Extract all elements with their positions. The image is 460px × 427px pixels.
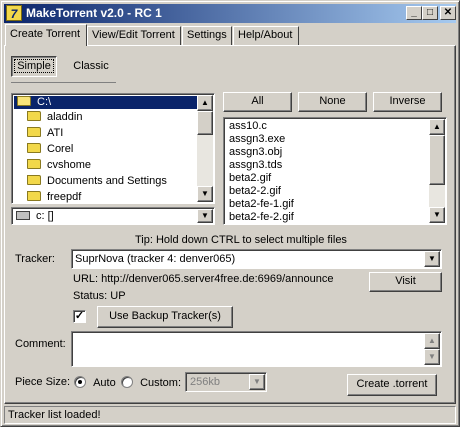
folder-icon [27,143,41,153]
folder-list[interactable]: C:\ aladdin ATI Corel cvshome Documents … [11,93,215,204]
tracker-label: Tracker: [15,253,55,265]
scroll-thumb[interactable] [429,135,445,185]
folder-item[interactable]: Corel [14,143,198,156]
visit-button[interactable]: Visit [369,272,442,292]
piece-size-custom-option[interactable]: Custom: [121,376,181,389]
piece-size-custom-radio[interactable] [121,376,133,388]
folder-icon [27,191,41,201]
drive-icon [16,211,30,220]
file-item[interactable]: beta2-fe-2.gif [226,211,428,224]
folder-item-label: Corel [47,143,74,155]
backup-tracker-checkbox[interactable]: ✓ [73,310,86,323]
file-item[interactable]: assgn3.tds [226,159,428,172]
scroll-thumb[interactable] [197,111,213,135]
folder-open-icon [17,96,31,106]
folder-icon [27,111,41,121]
folder-icon [27,127,41,137]
scroll-down-icon[interactable]: ▼ [429,207,445,223]
mode-simple-tab[interactable]: Simple [11,56,57,77]
folder-item[interactable]: cvshome [14,159,198,172]
scroll-down-icon[interactable]: ▼ [197,186,213,202]
folder-item[interactable]: freepdf [14,191,198,203]
select-inverse-button[interactable]: Inverse [373,92,442,112]
tab-help-about[interactable]: Help/About [233,26,299,45]
folder-item-label: ATI [47,127,64,139]
folder-item-label: aladdin [47,111,83,123]
file-list[interactable]: ass10.c assgn3.exe assgn3.obj assgn3.tds… [223,117,447,225]
scroll-up-icon[interactable]: ▲ [429,119,445,135]
create-torrent-button[interactable]: Create .torrent [347,374,437,396]
tracker-select[interactable]: SuprNova (tracker 4: denver065) ▼ [71,249,442,269]
file-item[interactable]: assgn3.obj [226,146,428,159]
mode-simple-label: Simple [14,59,54,73]
main-window: 7 MakeTorrent v2.0 - RC 1 _ □ ✕ Create T… [0,0,460,427]
folder-item[interactable]: ATI [14,127,198,140]
mode-classic-tab[interactable]: Classic [67,56,115,77]
piece-size-custom-label: Custom: [140,377,182,389]
app-icon[interactable]: 7 [6,5,22,21]
folder-list-scrollbar[interactable]: ▲ ▼ [197,95,213,202]
folder-icon [27,159,41,169]
window-title: MakeTorrent v2.0 - RC 1 [26,6,162,20]
file-item[interactable]: beta2-fe-1.gif [226,198,428,211]
mode-divider [11,82,116,83]
close-button[interactable]: ✕ [440,6,456,20]
file-list-scrollbar[interactable]: ▲ ▼ [429,119,445,223]
title-bar[interactable]: 7 MakeTorrent v2.0 - RC 1 _ □ ✕ [4,4,456,23]
drive-select[interactable]: c: [] ▼ [11,207,215,225]
chevron-down-icon[interactable]: ▼ [249,374,265,390]
folder-item-label: Documents and Settings [47,175,167,187]
status-text: Tracker list loaded! [8,409,101,421]
folder-item[interactable]: Documents and Settings [14,175,198,188]
chevron-down-icon[interactable]: ▼ [197,209,213,223]
drive-select-value: c: [] [36,210,54,222]
piece-size-label: Piece Size: [15,376,71,388]
file-item[interactable]: assgn3.exe [226,133,428,146]
select-none-button[interactable]: None [298,92,367,112]
select-all-button[interactable]: All [223,92,292,112]
tab-view-edit-torrent[interactable]: View/Edit Torrent [87,26,181,45]
folder-item-label: C:\ [37,96,52,108]
piece-size-auto-label: Auto [93,377,116,389]
piece-size-custom-value: 256kb [190,376,220,388]
comment-label: Comment: [15,338,66,350]
comment-field[interactable]: ▲ ▼ [71,331,442,367]
chevron-down-icon[interactable]: ▼ [424,251,440,267]
tab-create-torrent[interactable]: Create Torrent [5,24,87,46]
file-item[interactable]: beta2.gif [226,172,428,185]
create-torrent-panel: Simple Classic C:\ aladdin ATI Corel cvs… [4,45,456,404]
folder-item-root[interactable]: C:\ [14,96,198,109]
piece-size-auto-option[interactable]: Auto [74,376,116,389]
piece-size-custom-select[interactable]: 256kb ▼ [185,372,267,392]
folder-item-label: cvshome [47,159,92,171]
scroll-up-icon[interactable]: ▲ [197,95,213,111]
piece-size-auto-radio[interactable] [74,376,86,388]
use-backup-tracker-button[interactable]: Use Backup Tracker(s) [97,306,233,328]
comment-scrollbar[interactable]: ▲ ▼ [424,333,440,365]
folder-icon [27,175,41,185]
maximize-button[interactable]: □ [422,6,438,20]
folder-item[interactable]: aladdin [14,111,198,124]
file-item[interactable]: beta2-2.gif [226,185,428,198]
status-bar: Tracker list loaded! [4,406,456,424]
file-item[interactable]: ass10.c [226,120,428,133]
scroll-down-icon[interactable]: ▼ [424,349,440,365]
folder-item-label: freepdf [47,191,82,203]
tab-settings[interactable]: Settings [182,26,232,45]
tracker-select-value: SuprNova (tracker 4: denver065) [75,253,236,265]
minimize-button[interactable]: _ [406,6,422,20]
scroll-up-icon[interactable]: ▲ [424,333,440,349]
tracker-url: URL: http://denver065.server4free.de:696… [73,273,334,285]
tip-text: Tip: Hold down CTRL to select multiple f… [135,234,347,246]
tracker-status: Status: UP [73,290,126,302]
